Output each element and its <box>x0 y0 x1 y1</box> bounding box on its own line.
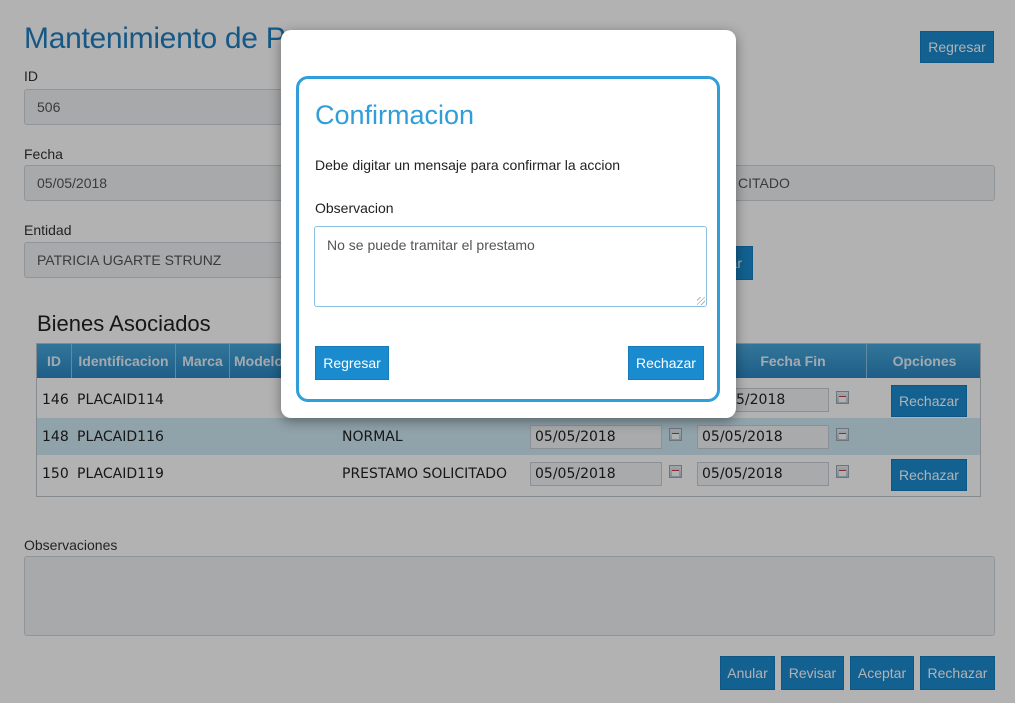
observacion-textarea[interactable] <box>314 226 707 307</box>
dialog-reject-button[interactable]: Rechazar <box>628 346 704 380</box>
dialog-content: Confirmacion Debe digitar un mensaje par… <box>296 76 720 402</box>
dialog-message: Debe digitar un mensaje para confirmar l… <box>315 157 621 173</box>
resize-grip-icon[interactable] <box>697 297 705 305</box>
dialog-back-button[interactable]: Regresar <box>315 346 389 380</box>
confirm-dialog: Confirmacion Debe digitar un mensaje par… <box>281 30 736 418</box>
observacion-label: Observacion <box>315 200 394 216</box>
dialog-title: Confirmacion <box>315 100 475 130</box>
